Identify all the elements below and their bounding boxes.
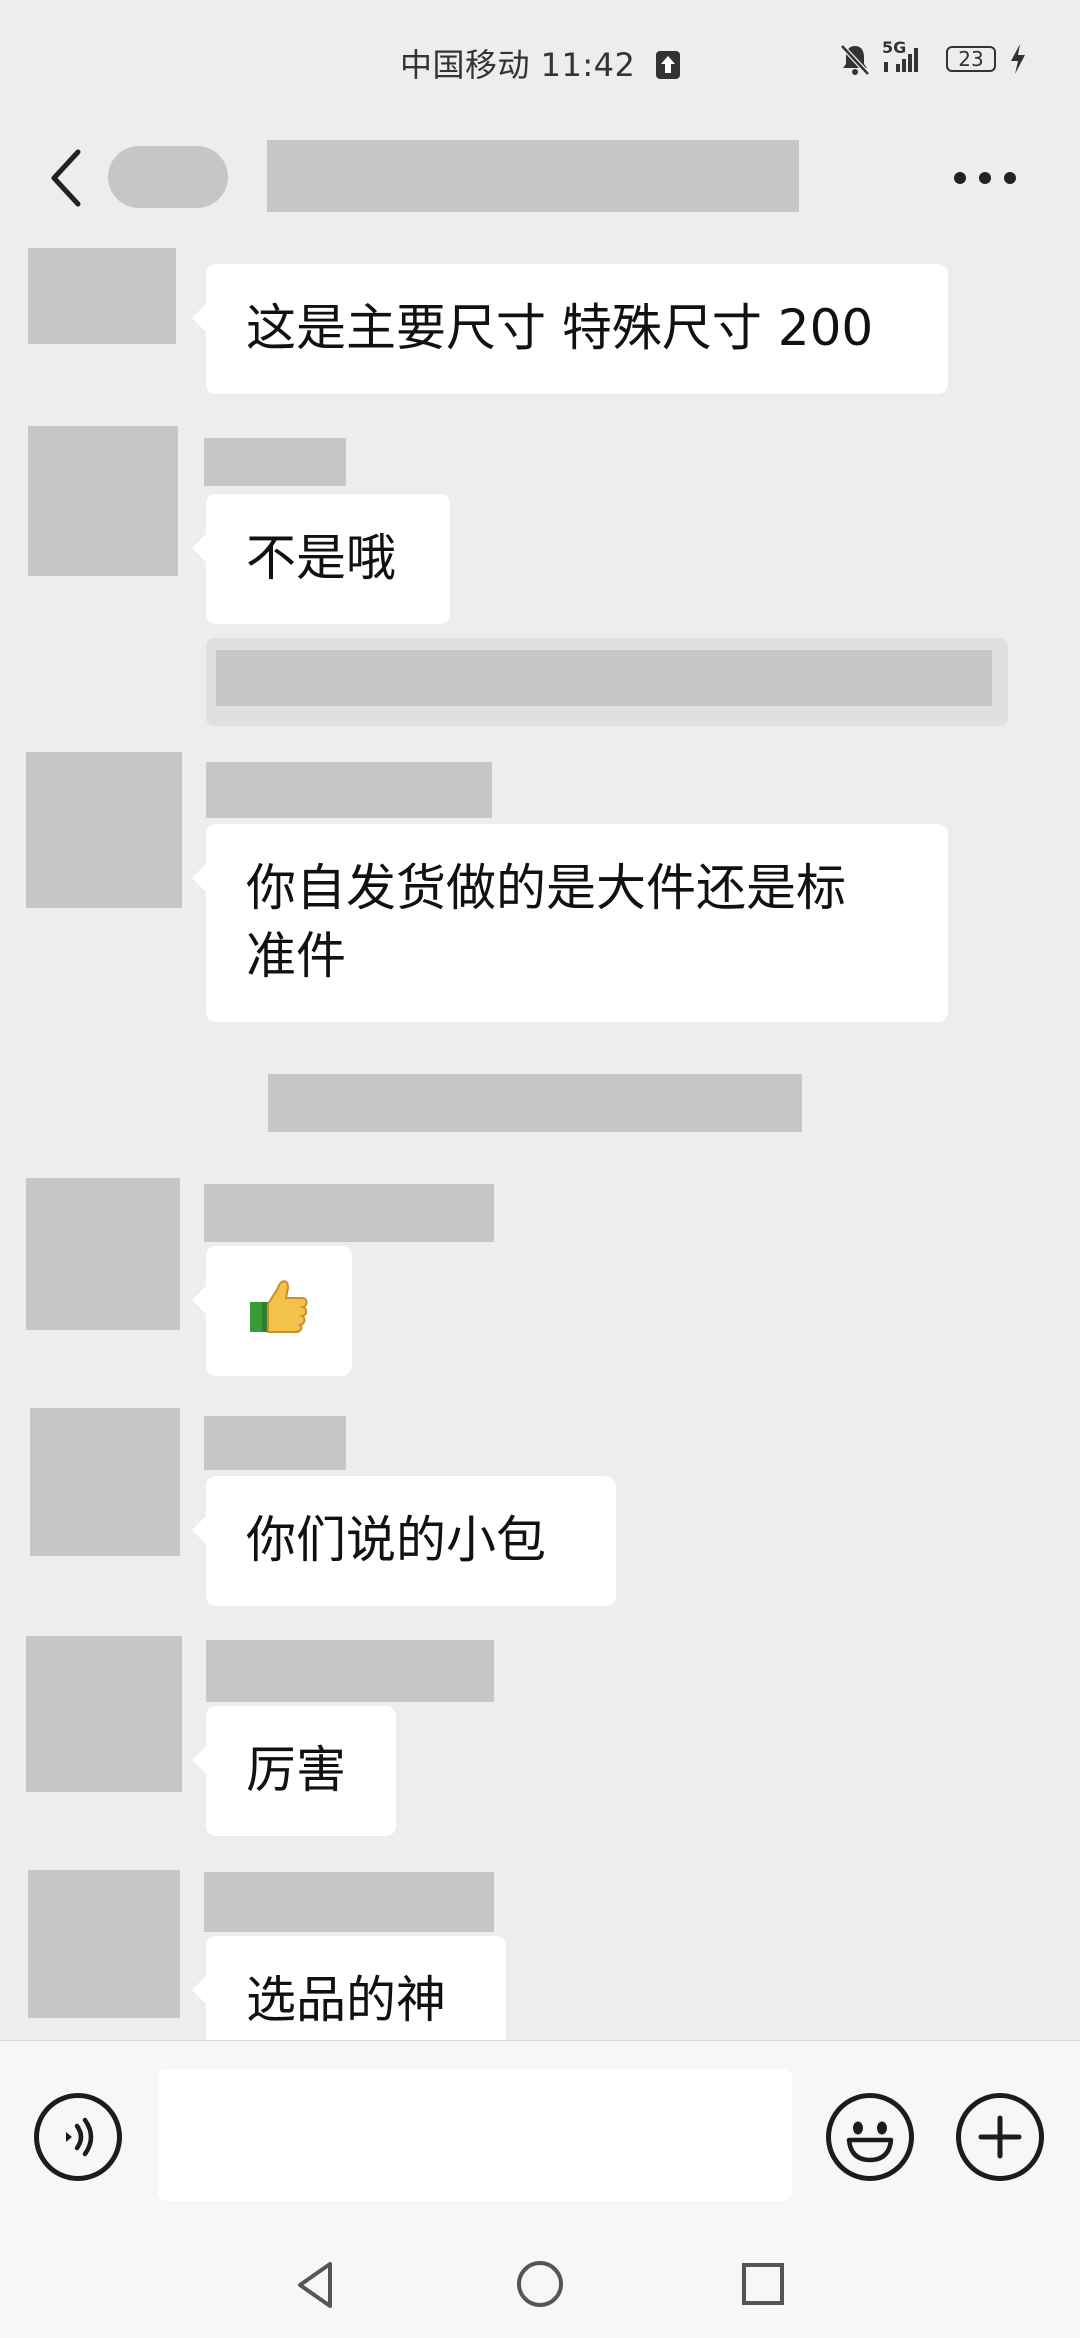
message-bubble[interactable]: 你们说的小包 [192,1476,616,1606]
battery-icon: 23 [946,46,996,72]
message-text: 厉害 [246,1741,346,1799]
message-input[interactable] [158,2069,792,2201]
input-bar [0,2040,1080,2261]
add-attachment-button[interactable] [956,2093,1044,2181]
message-text: 选品的神 [246,1971,446,2029]
plus-icon [978,2115,1022,2159]
message-bubble[interactable]: 这是主要尺寸 特殊尺寸 200 [192,264,948,394]
avatar[interactable] [30,1408,180,1556]
nav-recent-icon[interactable] [740,2261,786,2307]
message-text-line: 你自发货做的是大件还是标 [246,859,846,917]
more-options-icon[interactable] [950,160,1020,196]
avatar[interactable] [28,1870,180,2018]
mute-bell-icon [840,44,870,76]
voice-icon [66,2117,94,2157]
system-nav-bar [0,2230,1080,2338]
redacted-sender-name [204,1184,494,1242]
redacted-sender-name [204,438,346,486]
message-bubble[interactable] [192,1246,352,1376]
message-text: 这是主要尺寸 特殊尺寸 200 [246,299,874,357]
redacted-sender-name [204,1872,494,1932]
carrier-time-text: 中国移动 11:42 [399,46,636,84]
avatar[interactable] [26,1636,182,1792]
battery-level: 23 [958,47,984,71]
redacted-system-notice [268,1074,802,1132]
message-bubble[interactable]: 厉害 [192,1706,396,1836]
emoji-button[interactable] [826,2093,914,2181]
redacted-sender-name [206,762,492,818]
voice-input-button[interactable] [34,2093,122,2181]
redacted-quote-block [206,638,1008,726]
signal-icon [884,48,918,72]
message-text-line: 准件 [246,927,346,985]
message-bubble[interactable]: 不是哦 [192,494,450,624]
message-text: 你们说的小包 [246,1511,546,1569]
charging-icon [1011,44,1025,74]
avatar[interactable] [28,248,176,344]
nav-back-icon[interactable] [292,2258,340,2312]
thumbs-up-emoji-icon [250,1280,308,1333]
avatar[interactable] [28,426,178,576]
redacted-sender-name [206,1640,494,1702]
avatar[interactable] [26,752,182,908]
upload-icon [656,51,681,79]
back-chevron-icon[interactable] [42,140,98,216]
smiley-icon [846,2121,894,2163]
redacted-sender-name [204,1416,346,1470]
redacted-unread-badge [108,146,228,208]
avatar[interactable] [26,1178,180,1330]
message-bubble[interactable]: 你自发货做的是大件还是标 准件 [192,824,948,1022]
redacted-chat-title [267,140,799,212]
nav-home-icon[interactable] [514,2258,566,2310]
message-text: 不是哦 [246,529,396,587]
